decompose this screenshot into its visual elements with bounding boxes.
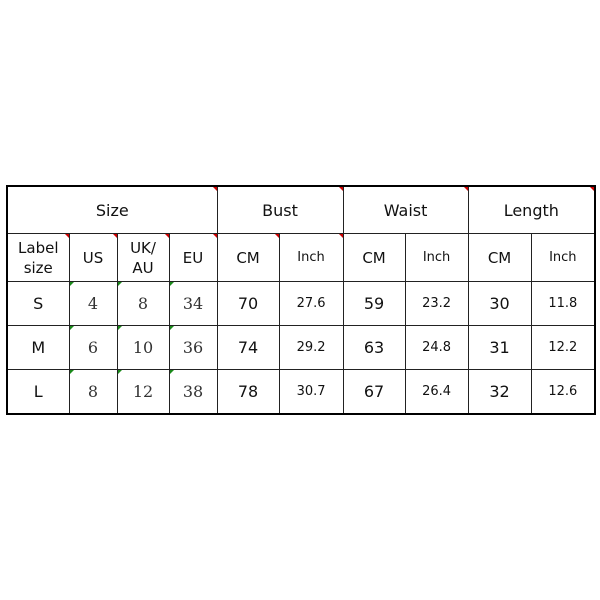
waist-group-header: Waist: [342, 185, 469, 234]
waist-inch-cell: 26.4: [404, 369, 469, 415]
ukau-cell: 12: [116, 369, 170, 415]
group-header-row: Size Bust Waist Length: [6, 185, 596, 234]
waist-cm-cell: 59: [342, 281, 406, 326]
waist-inch-cell: 24.8: [404, 325, 469, 370]
bust-inch-cell: 30.7: [278, 369, 344, 415]
waist-cm-cell: 67: [342, 369, 406, 415]
bust-cm-cell: 70: [216, 281, 280, 326]
ukau-line2: AU: [132, 258, 154, 277]
length-inch-cell: 11.8: [530, 281, 596, 326]
ukau-cell: 10: [116, 325, 170, 370]
length-cm-cell: 31: [467, 325, 532, 370]
length-inch-header: Inch: [530, 233, 596, 282]
length-inch-cell: 12.6: [530, 369, 596, 415]
sub-header-row: Label size US UK/AU EU CM Inch CM Inch CM…: [6, 233, 596, 282]
waist-cm-header: CM: [342, 233, 406, 282]
length-cm-cell: 32: [467, 369, 532, 415]
label-size-cell: S: [6, 281, 70, 326]
us-cell: 4: [68, 281, 118, 326]
waist-inch-cell: 23.2: [404, 281, 469, 326]
eu-header: EU: [168, 233, 218, 282]
length-inch-cell: 12.2: [530, 325, 596, 370]
label-size-cell: L: [6, 369, 70, 415]
eu-cell: 38: [168, 369, 218, 415]
bust-cm-cell: 74: [216, 325, 280, 370]
length-cm-cell: 30: [467, 281, 532, 326]
length-cm-header: CM: [467, 233, 532, 282]
bust-inch-header: Inch: [278, 233, 344, 282]
label-size-line2: size: [23, 258, 53, 277]
label-size-header: Label size: [6, 233, 70, 282]
size-group-header: Size: [6, 185, 218, 234]
table-row: L 8 12 38 78 30.7 67 26.4 32 12.6: [6, 369, 596, 415]
bust-inch-cell: 27.6: [278, 281, 344, 326]
us-cell: 6: [68, 325, 118, 370]
eu-cell: 34: [168, 281, 218, 326]
table-row: M 6 10 36 74 29.2 63 24.8 31 12.2: [6, 325, 596, 370]
bust-cm-header: CM: [216, 233, 280, 282]
us-cell: 8: [68, 369, 118, 415]
ukau-header: UK/AU: [116, 233, 170, 282]
waist-inch-header: Inch: [404, 233, 469, 282]
bust-cm-cell: 78: [216, 369, 280, 415]
ukau-line1: UK/: [130, 238, 156, 257]
label-size-line1: Label: [18, 238, 59, 257]
bust-group-header: Bust: [216, 185, 344, 234]
ukau-cell: 8: [116, 281, 170, 326]
table-row: S 4 8 34 70 27.6 59 23.2 30 11.8: [6, 281, 596, 326]
waist-cm-cell: 63: [342, 325, 406, 370]
bust-inch-cell: 29.2: [278, 325, 344, 370]
size-chart-table: Size Bust Waist Length Label size US UK/A…: [6, 185, 597, 415]
label-size-cell: M: [6, 325, 70, 370]
eu-cell: 36: [168, 325, 218, 370]
length-group-header: Length: [467, 185, 596, 234]
us-header: US: [68, 233, 118, 282]
